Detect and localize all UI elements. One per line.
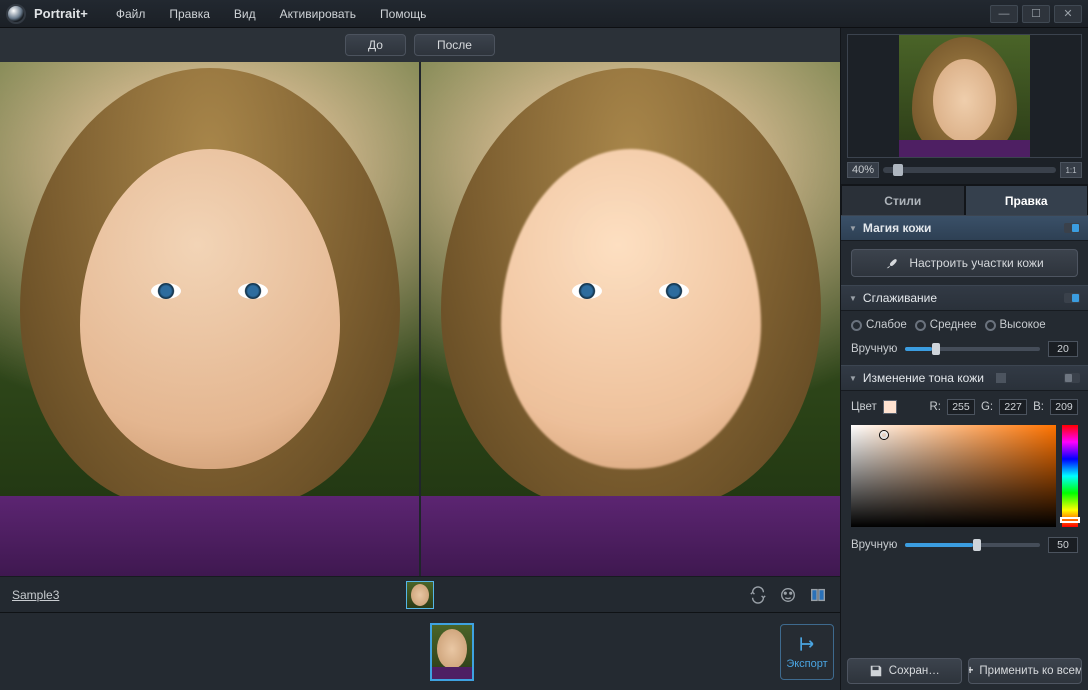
saturation-value-picker[interactable] [851,425,1056,527]
save-button[interactable]: Сохран… [847,658,962,684]
right-panel: 40% 1:1 Стили Правка ▼ Магия кожи Настро… [840,28,1088,690]
export-label: Экспорт [786,658,827,670]
main-menu: Файл Правка Вид Активировать Помощь [106,3,437,25]
smoothing-toggle[interactable] [1064,293,1080,303]
before-label-button[interactable]: До [345,34,406,56]
tone-manual-label: Вручную [851,539,897,551]
apply-all-button[interactable]: + Применить ко всем [968,658,1083,684]
window-controls: — ☐ ✕ [990,5,1082,23]
smoothing-radios: Слабое Среднее Высокое [851,319,1078,331]
title-bar: Portrait+ Файл Правка Вид Активировать П… [0,0,1088,28]
maximize-button[interactable]: ☐ [1022,5,1050,23]
b-value[interactable]: 209 [1050,399,1078,415]
chevron-down-icon: ▼ [849,374,857,383]
chevron-down-icon: ▼ [849,224,857,233]
tab-styles[interactable]: Стили [841,185,965,215]
navigator: 40% 1:1 [841,28,1088,185]
smoothing-manual-label: Вручную [851,343,897,355]
menu-activate[interactable]: Активировать [270,3,366,25]
skin-tone-title: Изменение тона кожи [863,371,984,385]
configure-skin-button[interactable]: Настроить участки кожи [851,249,1078,277]
after-view[interactable] [419,62,840,576]
radio-strong[interactable]: Высокое [985,319,1046,331]
before-view[interactable] [0,62,419,576]
export-button[interactable]: Экспорт [780,624,834,680]
g-value[interactable]: 227 [999,399,1027,415]
menu-edit[interactable]: Правка [159,3,220,25]
menu-view[interactable]: Вид [224,3,266,25]
skin-tone-indicator [996,373,1006,383]
zoom-slider[interactable] [883,167,1056,173]
chevron-down-icon: ▼ [849,294,857,303]
menu-file[interactable]: Файл [106,3,156,25]
hue-slider[interactable] [1062,425,1078,527]
document-name[interactable]: Sample3 [12,588,59,602]
face-detect-icon[interactable] [778,585,798,605]
tray-thumbnail[interactable] [430,623,474,681]
skin-magic-toggle[interactable] [1064,223,1080,233]
skin-tone-toggle[interactable] [1064,373,1080,383]
color-label: Цвет [851,401,877,413]
radio-medium[interactable]: Среднее [915,319,977,331]
viewport: До После Sample3 [0,28,840,690]
zoom-level[interactable]: 40% [847,162,879,178]
zoom-1to1-button[interactable]: 1:1 [1060,162,1082,178]
app-title: Portrait+ [34,6,88,21]
configure-skin-label: Настроить участки кожи [909,256,1043,270]
tab-edit[interactable]: Правка [965,185,1088,215]
swap-faces-icon[interactable] [748,585,768,605]
after-label-button[interactable]: После [414,34,495,56]
menu-help[interactable]: Помощь [370,3,436,25]
color-swatch[interactable] [883,400,897,414]
section-smoothing[interactable]: ▼ Сглаживание [841,285,1088,311]
brush-icon [885,256,899,270]
tone-slider[interactable] [905,543,1040,547]
radio-weak[interactable]: Слабое [851,319,907,331]
tone-value[interactable]: 50 [1048,537,1078,553]
app-logo-icon [6,4,26,24]
smoothing-slider[interactable] [905,347,1040,351]
skin-magic-title: Магия кожи [863,221,931,235]
document-bar: Sample3 [0,576,840,612]
navigator-thumbnail[interactable] [847,34,1082,158]
compare-toggle-icon[interactable] [808,585,828,605]
smoothing-title: Сглаживание [863,291,937,305]
minimize-button[interactable]: — [990,5,1018,23]
save-label: Сохран… [889,665,940,677]
face-thumbnail[interactable] [406,581,434,609]
thumbnail-tray: Экспорт [0,612,840,690]
apply-all-label: Применить ко всем [979,665,1082,677]
smoothing-value[interactable]: 20 [1048,341,1078,357]
section-skin-tone[interactable]: ▼ Изменение тона кожи [841,365,1088,391]
r-value[interactable]: 255 [947,399,975,415]
panel-tabs: Стили Правка [841,185,1088,215]
close-button[interactable]: ✕ [1054,5,1082,23]
section-skin-magic[interactable]: ▼ Магия кожи [841,215,1088,241]
